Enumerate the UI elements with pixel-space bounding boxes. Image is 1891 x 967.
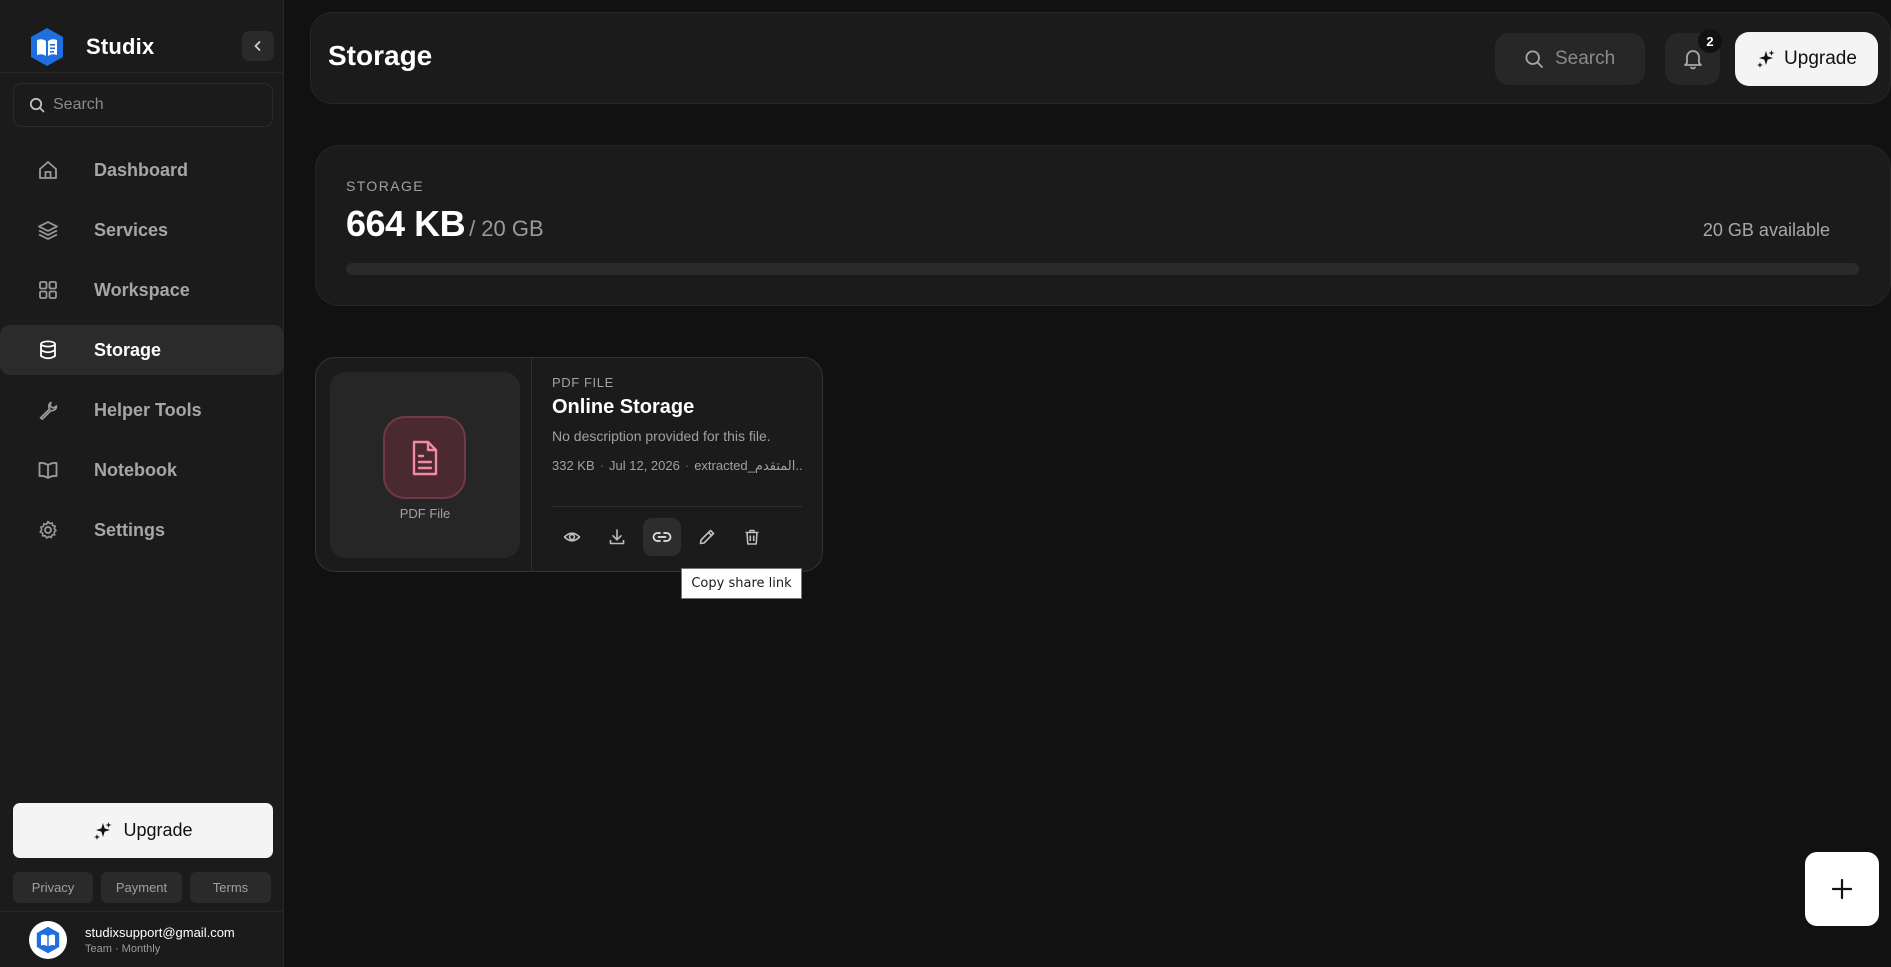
file-preview[interactable]: PDF File: [330, 372, 520, 558]
storage-summary-card: STORAGE 664 KB / 20 GB 20 GB available: [315, 145, 1891, 306]
storage-available: 20 GB available: [1702, 220, 1830, 240]
book-icon: [38, 462, 58, 479]
page-title: Storage: [328, 40, 433, 71]
payment-link[interactable]: Payment: [101, 872, 182, 903]
storage-total: / 20 GB: [469, 216, 544, 241]
sidebar-item-label: Storage: [94, 339, 162, 360]
database-icon: [40, 340, 56, 360]
sidebar-item-helper-tools[interactable]: Helper Tools: [0, 385, 284, 435]
download-button[interactable]: [598, 518, 636, 556]
pencil-icon: [699, 529, 715, 545]
sidebar-item-workspace[interactable]: Workspace: [0, 265, 284, 315]
sidebar-item-label: Notebook: [94, 459, 177, 480]
sidebar-upgrade-label: Upgrade: [123, 820, 193, 840]
header-upgrade-label: Upgrade: [1784, 48, 1857, 69]
meta-separator: ·: [684, 458, 690, 473]
wrench-icon: [39, 401, 58, 420]
file-date: Jul 12, 2026: [609, 458, 680, 473]
sidebar-upgrade-button[interactable]: Upgrade: [13, 803, 273, 858]
sparkles-icon: [94, 821, 112, 840]
sidebar-item-storage[interactable]: Storage: [0, 325, 284, 375]
chevron-left-icon: [254, 41, 261, 51]
download-icon: [609, 529, 625, 545]
file-source: extracted_المتقدم...: [694, 458, 802, 473]
sidebar-search-placeholder: Search: [53, 96, 104, 113]
file-meta: 332 KB · Jul 12, 2026 · extracted_المتقدم...: [552, 458, 802, 474]
header-search-placeholder: Search: [1555, 48, 1616, 69]
gear-icon: [39, 520, 57, 539]
trash-icon: [745, 529, 759, 545]
header-search-button[interactable]: Search: [1495, 33, 1645, 85]
top-bar: Storage Search 2 Upgrade: [310, 12, 1891, 104]
plus-icon: [1831, 878, 1853, 900]
brand-name: Studix: [86, 34, 155, 59]
storage-eyebrow: STORAGE: [346, 178, 425, 194]
file-card[interactable]: PDF File PDF FILE Online Storage No desc…: [315, 357, 823, 572]
sparkles-icon: [1757, 50, 1775, 68]
home-icon: [39, 161, 57, 179]
sidebar-divider: [0, 72, 284, 73]
privacy-link[interactable]: Privacy: [13, 872, 93, 903]
account-email: studixsupport@gmail.com: [85, 925, 235, 940]
sidebar-item-notebook[interactable]: Notebook: [0, 445, 284, 495]
brand[interactable]: Studix: [28, 26, 154, 68]
file-preview-label: PDF File: [399, 506, 451, 521]
layers-icon: [38, 221, 58, 240]
collapse-sidebar-button[interactable]: [242, 31, 274, 61]
storage-used: 664 KB: [346, 203, 466, 244]
link-icon: [652, 532, 672, 542]
sidebar-item-services[interactable]: Services: [0, 205, 284, 255]
storage-progress-bar: [346, 263, 1859, 275]
meta-separator: ·: [599, 458, 604, 473]
view-button[interactable]: [553, 518, 591, 556]
file-name: Online Storage: [552, 396, 695, 418]
sidebar: Studix Search Dashboard Services Workspa…: [0, 0, 284, 967]
file-type: PDF FILE: [552, 375, 614, 390]
grid-icon: [39, 281, 57, 299]
terms-link[interactable]: Terms: [190, 872, 271, 903]
sidebar-item-label: Dashboard: [94, 159, 189, 180]
search-icon: [29, 97, 45, 113]
account-plan: Team · Monthly: [85, 943, 161, 955]
avatar: [29, 921, 67, 959]
file-card-divider: [531, 358, 532, 571]
file-size: 332 KB: [552, 458, 595, 473]
studix-logo-icon: [36, 926, 60, 954]
pdf-file-icon: [383, 416, 466, 499]
header-upgrade-button[interactable]: Upgrade: [1735, 32, 1878, 86]
sidebar-divider: [0, 911, 284, 912]
eye-icon: [563, 532, 581, 542]
copy-link-button[interactable]: [643, 518, 681, 556]
search-icon: [1525, 50, 1543, 68]
sidebar-item-label: Settings: [94, 519, 166, 540]
sidebar-item-label: Helper Tools: [94, 399, 202, 420]
copy-link-tooltip: Copy share link: [681, 568, 802, 599]
sidebar-item-label: Services: [94, 219, 169, 240]
studix-logo-icon: [28, 26, 66, 68]
file-actions-divider: [552, 506, 802, 507]
file-description: No description provided for this file.: [552, 428, 771, 444]
account-menu[interactable]: studixsupport@gmail.com Team · Monthly: [29, 921, 235, 959]
delete-button[interactable]: [733, 518, 771, 556]
sidebar-item-dashboard[interactable]: Dashboard: [0, 145, 284, 195]
bell-icon: [1683, 50, 1702, 70]
notification-count-badge: 2: [1698, 29, 1722, 53]
edit-button[interactable]: [688, 518, 726, 556]
sidebar-item-label: Workspace: [94, 279, 190, 300]
sidebar-search-input[interactable]: Search: [13, 83, 273, 127]
add-file-button[interactable]: [1805, 852, 1879, 926]
sidebar-item-settings[interactable]: Settings: [0, 505, 284, 555]
